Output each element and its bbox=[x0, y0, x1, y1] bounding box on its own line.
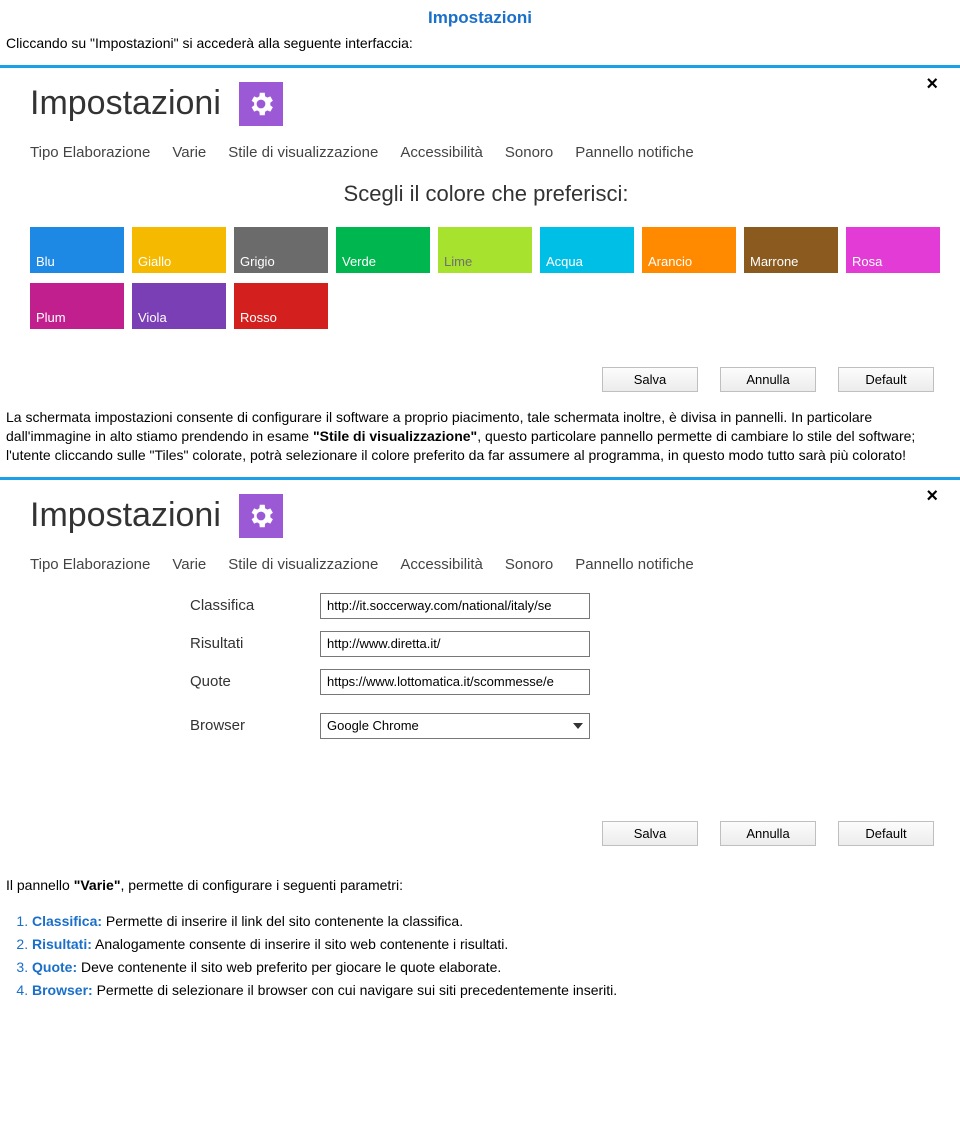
list-item-body: Permette di inserire il link del sito co… bbox=[102, 913, 463, 929]
doc-varie-list: Classifica: Permette di inserire il link… bbox=[32, 912, 960, 1014]
swatch-label: Arancio bbox=[648, 254, 692, 269]
color-swatch-viola[interactable]: Viola bbox=[132, 283, 226, 329]
default-button[interactable]: Default bbox=[838, 367, 934, 392]
tabs-row: Tipo Elaborazione Varie Stile di visuali… bbox=[30, 556, 942, 573]
list-item: Browser: Permette di selezionare il brow… bbox=[32, 981, 950, 1000]
input-quote[interactable] bbox=[320, 669, 590, 695]
swatch-label: Rosa bbox=[852, 254, 882, 269]
swatch-label: Blu bbox=[36, 254, 55, 269]
tab-accessibilita[interactable]: Accessibilità bbox=[400, 144, 483, 161]
save-button[interactable]: Salva bbox=[602, 367, 698, 392]
color-swatch-acqua[interactable]: Acqua bbox=[540, 227, 634, 273]
input-risultati[interactable] bbox=[320, 631, 590, 657]
tab-notifiche[interactable]: Pannello notifiche bbox=[575, 556, 693, 573]
tab-sonoro[interactable]: Sonoro bbox=[505, 556, 553, 573]
color-swatch-plum[interactable]: Plum bbox=[30, 283, 124, 329]
settings-panel-style: × Impostazioni Tipo Elaborazione Varie S… bbox=[0, 68, 960, 408]
gear-icon bbox=[239, 82, 283, 126]
cancel-button[interactable]: Annulla bbox=[720, 821, 816, 846]
list-item-key: Browser: bbox=[32, 982, 93, 998]
tab-stile[interactable]: Stile di visualizzazione bbox=[228, 144, 378, 161]
color-swatch-marrone[interactable]: Marrone bbox=[744, 227, 838, 273]
tab-tipo-elaborazione[interactable]: Tipo Elaborazione bbox=[30, 556, 150, 573]
gear-icon bbox=[239, 494, 283, 538]
list-item: Risultati: Analogamente consente di inse… bbox=[32, 935, 950, 954]
color-swatch-blu[interactable]: Blu bbox=[30, 227, 124, 273]
label-risultati: Risultati bbox=[190, 635, 300, 652]
tab-stile[interactable]: Stile di visualizzazione bbox=[228, 556, 378, 573]
panel-title: Impostazioni bbox=[30, 496, 221, 535]
color-swatch-rosa[interactable]: Rosa bbox=[846, 227, 940, 273]
tab-accessibilita[interactable]: Accessibilità bbox=[400, 556, 483, 573]
select-browser-value: Google Chrome bbox=[327, 718, 419, 733]
color-swatch-verde[interactable]: Verde bbox=[336, 227, 430, 273]
color-swatch-giallo[interactable]: Giallo bbox=[132, 227, 226, 273]
tabs-row: Tipo Elaborazione Varie Stile di visuali… bbox=[30, 144, 942, 161]
doc-intro-text: Cliccando su "Impostazioni" si accederà … bbox=[0, 34, 960, 61]
list-item-body: Analogamente consente di inserire il sit… bbox=[92, 936, 508, 952]
doc-mid-text: La schermata impostazioni consente di co… bbox=[0, 408, 960, 473]
select-browser[interactable]: Google Chrome bbox=[320, 713, 590, 739]
swatch-label: Acqua bbox=[546, 254, 583, 269]
row-quote: Quote bbox=[190, 669, 942, 695]
color-swatches: Blu Giallo Grigio Verde Lime Acqua Arancio Marr… bbox=[30, 227, 942, 329]
swatch-label: Giallo bbox=[138, 254, 171, 269]
input-classifica[interactable] bbox=[320, 593, 590, 619]
default-button[interactable]: Default bbox=[838, 821, 934, 846]
list-item: Classifica: Permette di inserire il link… bbox=[32, 912, 950, 931]
label-browser: Browser bbox=[190, 717, 300, 734]
close-icon[interactable]: × bbox=[926, 74, 938, 94]
list-item-key: Classifica: bbox=[32, 913, 102, 929]
chevron-down-icon bbox=[573, 723, 583, 729]
swatch-label: Grigio bbox=[240, 254, 275, 269]
tab-sonoro[interactable]: Sonoro bbox=[505, 144, 553, 161]
settings-panel-varie: × Impostazioni Tipo Elaborazione Varie S… bbox=[0, 480, 960, 862]
list-item-body: Permette di selezionare il browser con c… bbox=[93, 982, 617, 998]
doc-section-title: Impostazioni bbox=[0, 0, 960, 34]
swatch-label: Viola bbox=[138, 310, 167, 325]
panel-header: Impostazioni bbox=[30, 494, 942, 538]
color-swatch-grigio[interactable]: Grigio bbox=[234, 227, 328, 273]
button-row: Salva Annulla Default bbox=[30, 345, 942, 398]
list-item-key: Quote: bbox=[32, 959, 77, 975]
close-icon[interactable]: × bbox=[926, 486, 938, 506]
tab-varie[interactable]: Varie bbox=[172, 556, 206, 573]
label-quote: Quote bbox=[190, 673, 300, 690]
list-item-body: Deve contenente il sito web preferito pe… bbox=[77, 959, 501, 975]
doc-varie-intro: Il pannello "Varie", permette di configu… bbox=[0, 876, 960, 903]
swatch-label: Verde bbox=[342, 254, 376, 269]
color-swatch-arancio[interactable]: Arancio bbox=[642, 227, 736, 273]
label-classifica: Classifica bbox=[190, 597, 300, 614]
swatch-label: Plum bbox=[36, 310, 66, 325]
panel-title: Impostazioni bbox=[30, 84, 221, 123]
cancel-button[interactable]: Annulla bbox=[720, 367, 816, 392]
tab-tipo-elaborazione[interactable]: Tipo Elaborazione bbox=[30, 144, 150, 161]
panel-header: Impostazioni bbox=[30, 82, 942, 126]
list-item: Quote: Deve contenente il sito web prefe… bbox=[32, 958, 950, 977]
swatch-label: Lime bbox=[444, 254, 472, 269]
row-browser: Browser Google Chrome bbox=[190, 713, 942, 739]
swatch-label: Rosso bbox=[240, 310, 277, 325]
row-risultati: Risultati bbox=[190, 631, 942, 657]
color-swatch-rosso[interactable]: Rosso bbox=[234, 283, 328, 329]
button-row: Salva Annulla Default bbox=[30, 799, 942, 852]
row-classifica: Classifica bbox=[190, 593, 942, 619]
tab-notifiche[interactable]: Pannello notifiche bbox=[575, 144, 693, 161]
color-swatch-lime[interactable]: Lime bbox=[438, 227, 532, 273]
style-subtitle: Scegli il colore che preferisci: bbox=[30, 181, 942, 207]
save-button[interactable]: Salva bbox=[602, 821, 698, 846]
varie-form: Classifica Risultati Quote Browser Googl… bbox=[190, 593, 942, 739]
tab-varie[interactable]: Varie bbox=[172, 144, 206, 161]
swatch-label: Marrone bbox=[750, 254, 798, 269]
list-item-key: Risultati: bbox=[32, 936, 92, 952]
